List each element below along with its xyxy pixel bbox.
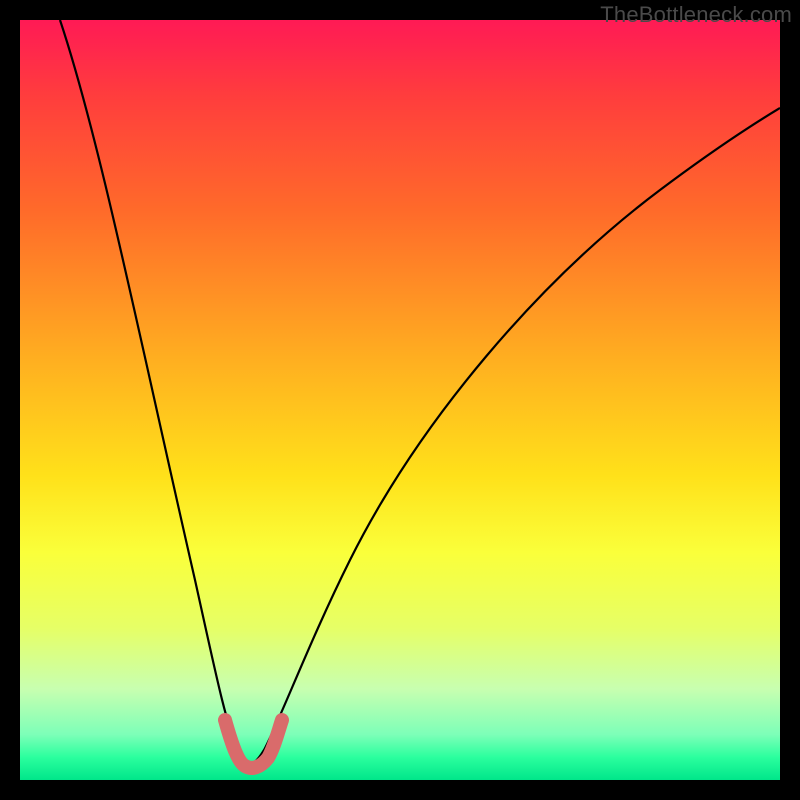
- watermark-text: TheBottleneck.com: [600, 2, 792, 28]
- highlight-band-path: [225, 720, 282, 768]
- bottleneck-curve: [20, 20, 780, 780]
- chart-plot-area: [20, 20, 780, 780]
- curve-path: [60, 20, 780, 764]
